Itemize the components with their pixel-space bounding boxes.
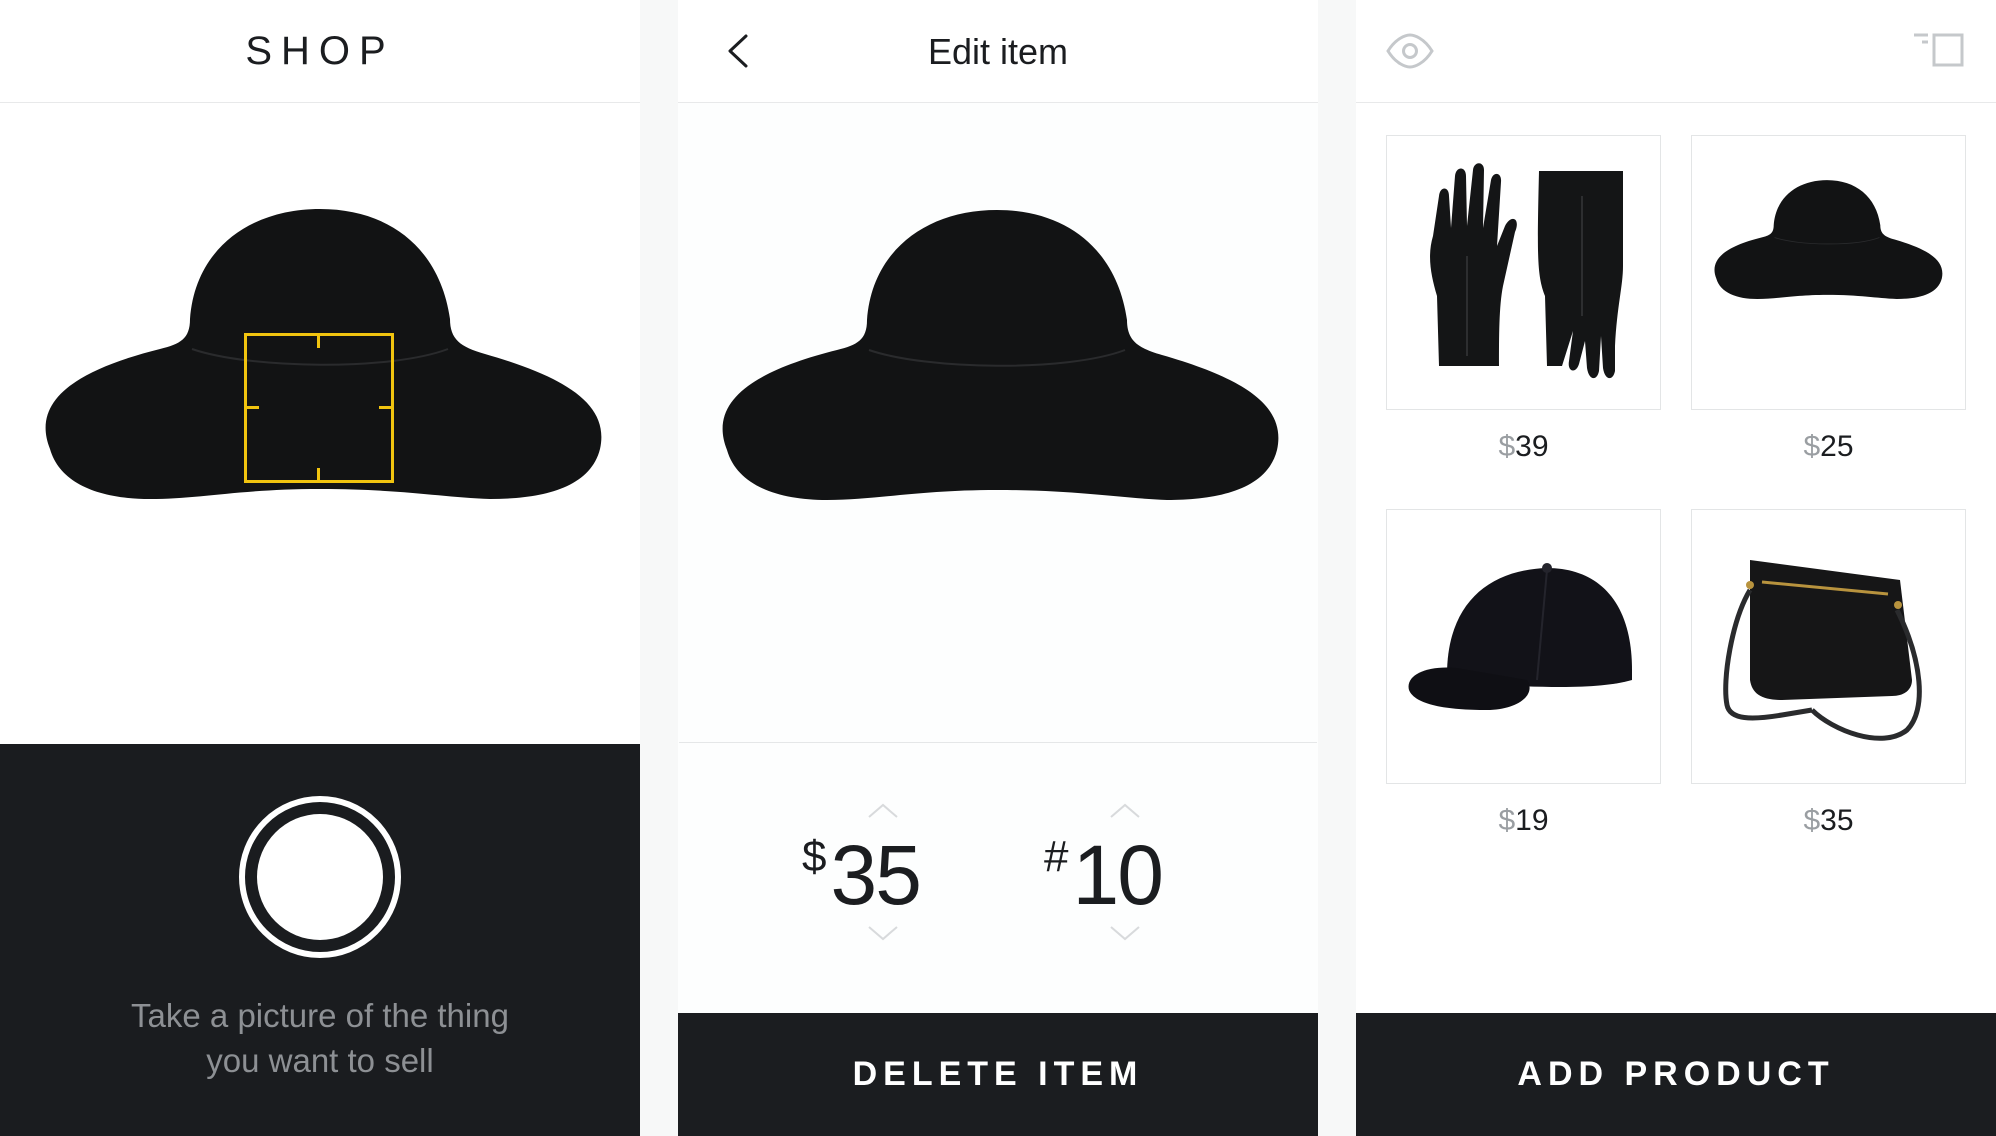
eye-icon (1386, 33, 1434, 69)
cap-image (1408, 563, 1632, 710)
chevron-down-icon[interactable] (863, 923, 903, 943)
price-amount: 25 (1820, 430, 1854, 463)
product-card-crossbody-bag[interactable] (1691, 509, 1966, 784)
price-amount: 35 (830, 828, 921, 922)
product-price-baseball-cap[interactable]: $19 (1386, 804, 1661, 838)
shutter-inner (257, 814, 383, 940)
gloves-image (1430, 163, 1623, 379)
product-card-gloves[interactable] (1386, 135, 1661, 410)
currency-symbol: $ (1498, 804, 1516, 837)
camera-hint-line-2: you want to sell (206, 1042, 434, 1079)
page-title: Edit item (927, 30, 1069, 72)
quantity-prefix: # (1044, 832, 1069, 881)
preview-button[interactable] (1384, 30, 1436, 72)
delete-item-button[interactable]: DELETE ITEM (678, 1013, 1318, 1136)
product-price-floppy-hat[interactable]: $25 (1691, 430, 1966, 464)
price-stepper[interactable]: $ 35 (788, 795, 988, 945)
product-price-gloves[interactable]: $39 (1386, 430, 1661, 464)
focus-frame (244, 333, 394, 483)
chevron-down-icon[interactable] (1105, 923, 1145, 943)
layout-toggle-button[interactable] (1912, 30, 1966, 70)
hat-image (1714, 179, 1943, 300)
item-photo[interactable] (679, 104, 1317, 743)
bag-image (1723, 560, 1922, 741)
square-toggle-icon (1914, 33, 1964, 67)
shop-camera-screen: SHOP Take a picture of the thing you wan… (0, 0, 640, 1136)
price-value: $ 35 (802, 828, 922, 922)
shop-header: SHOP (0, 0, 640, 103)
products-header (1356, 0, 1996, 103)
chevron-up-icon[interactable] (1105, 801, 1145, 821)
price-amount: 35 (1820, 804, 1854, 837)
price-amount: 39 (1515, 430, 1549, 463)
quantity-value: # 10 (1044, 828, 1164, 922)
currency-symbol: $ (1803, 430, 1821, 463)
shutter-button[interactable] (239, 796, 401, 958)
camera-hint-line-1: Take a picture of the thing (131, 997, 509, 1034)
price-amount: 19 (1515, 804, 1549, 837)
product-card-baseball-cap[interactable] (1386, 509, 1661, 784)
add-product-button[interactable]: ADD PRODUCT (1356, 1013, 1996, 1136)
currency-symbol: $ (1498, 430, 1516, 463)
edit-header: Edit item (678, 0, 1318, 103)
products-screen: $39 $25 $19 $35 ADD PRODUCT (1356, 0, 1996, 1136)
edit-item-screen: Edit item $ 35 # 10 DELETE ITEM (678, 0, 1318, 1136)
product-card-floppy-hat[interactable] (1691, 135, 1966, 410)
quantity-amount: 10 (1072, 828, 1163, 922)
price-currency: $ (802, 832, 827, 881)
product-price-crossbody-bag[interactable]: $35 (1691, 804, 1966, 838)
page-title: SHOP (245, 29, 395, 73)
currency-symbol: $ (1803, 804, 1821, 837)
hat-photo (721, 209, 1280, 501)
quantity-stepper[interactable]: # 10 (1030, 795, 1230, 945)
chevron-up-icon[interactable] (863, 801, 903, 821)
